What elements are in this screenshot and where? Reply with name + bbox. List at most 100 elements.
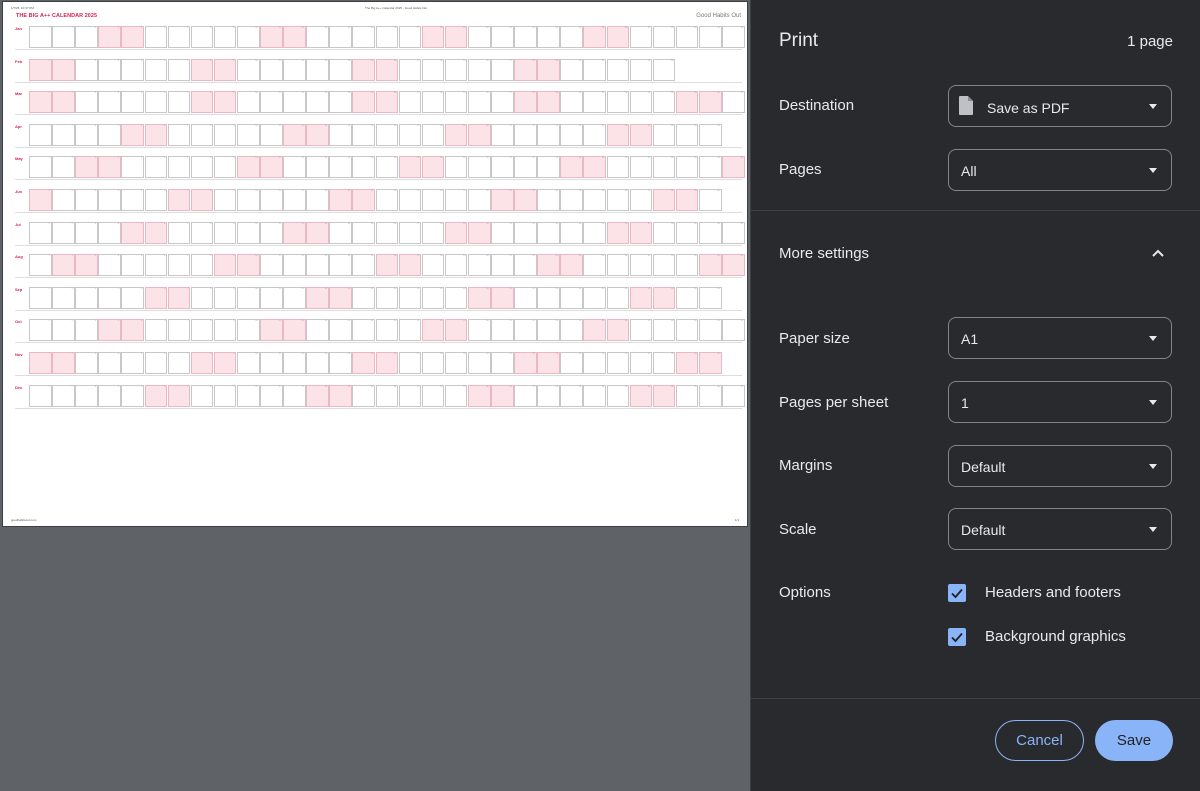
day-cell: 13 xyxy=(306,319,329,342)
month-label: Sep xyxy=(15,286,23,292)
scale-select[interactable]: Default xyxy=(948,508,1172,550)
destination-label: Destination xyxy=(779,97,855,114)
page-footer-page-number: 1/1 xyxy=(734,518,739,522)
day-cell: 2 xyxy=(52,156,75,179)
day-cell: 3 xyxy=(75,221,98,244)
day-number: 19 xyxy=(463,92,466,95)
day-number: 26 xyxy=(624,190,628,192)
day-cell: 12 xyxy=(283,26,306,48)
day-number: 1 xyxy=(48,59,50,62)
chevron-up-icon[interactable] xyxy=(1151,248,1165,258)
pages-per-sheet-select[interactable]: 1 xyxy=(948,381,1172,423)
day-cell: 9 xyxy=(213,221,237,244)
day-cell: 23 xyxy=(537,286,560,309)
day-number: 18 xyxy=(440,320,443,323)
day-number: 11 xyxy=(278,190,281,192)
day-cell: 2 xyxy=(52,384,75,407)
headers-footers-label[interactable]: Headers and footers xyxy=(985,584,1121,601)
day-cell: 1 xyxy=(29,286,52,309)
day-cell: 24 xyxy=(560,156,583,179)
day-cell: 22 xyxy=(514,384,537,407)
day-number: 30 xyxy=(717,92,720,95)
day-cell: 31 xyxy=(722,221,745,244)
destination-select[interactable]: Save as PDF xyxy=(948,85,1172,127)
background-graphics-label[interactable]: Background graphics xyxy=(985,628,1126,645)
day-cell: 13 xyxy=(306,352,329,374)
save-button[interactable]: Save xyxy=(1095,720,1173,761)
day-number: 5 xyxy=(140,287,143,290)
day-cell: 21 xyxy=(491,254,514,277)
day-number: 5 xyxy=(140,190,143,192)
paper-size-label: Paper size xyxy=(779,330,850,347)
day-number: 14 xyxy=(347,287,350,290)
day-number: 16 xyxy=(393,320,397,323)
day-number: 1 xyxy=(48,92,50,95)
day-number: 27 xyxy=(648,59,651,62)
day-number: 29 xyxy=(694,255,697,258)
day-cell: 21 xyxy=(491,123,514,146)
day-number: 22 xyxy=(532,385,535,388)
day-number: 15 xyxy=(370,59,374,62)
day-cell: 21 xyxy=(491,58,514,81)
background-graphics-checkbox[interactable] xyxy=(948,628,966,646)
day-cell: 29 xyxy=(675,254,699,277)
day-cell: 20 xyxy=(467,91,491,114)
day-cell: 16 xyxy=(375,26,399,48)
day-cell: 6 xyxy=(144,221,168,244)
checkmark-icon xyxy=(951,588,963,599)
day-cell: 16 xyxy=(375,58,399,81)
day-number: 18 xyxy=(440,157,443,160)
cancel-button[interactable]: Cancel xyxy=(995,720,1084,761)
day-number: 10 xyxy=(255,222,258,225)
day-cell: 19 xyxy=(444,221,468,244)
pages-select[interactable]: All xyxy=(948,149,1172,191)
day-number: 2 xyxy=(71,353,73,355)
month-underline xyxy=(15,342,742,344)
day-number: 28 xyxy=(671,92,674,95)
day-cell: 2 xyxy=(52,352,75,374)
day-cell: 14 xyxy=(329,384,352,407)
day-number: 11 xyxy=(278,353,281,355)
day-cell: 2 xyxy=(52,319,75,342)
day-cell: 6 xyxy=(144,91,168,114)
day-cell: 9 xyxy=(213,91,237,114)
day-cell: 14 xyxy=(329,254,352,277)
day-cell: 13 xyxy=(306,91,329,114)
margins-select[interactable]: Default xyxy=(948,445,1172,487)
day-cell: 30 xyxy=(698,352,722,374)
month-label: Mar xyxy=(15,91,23,97)
day-cell: 3 xyxy=(75,91,98,114)
day-number: 8 xyxy=(210,320,212,323)
day-number: 18 xyxy=(440,27,443,29)
day-cell: 2 xyxy=(52,189,75,211)
day-number: 20 xyxy=(486,287,489,290)
day-cell: 14 xyxy=(329,156,352,179)
day-cell: 27 xyxy=(629,286,653,309)
more-settings-toggle[interactable]: More settings xyxy=(779,245,869,262)
day-number: 16 xyxy=(393,222,397,225)
day-number: 27 xyxy=(648,222,651,225)
day-number: 12 xyxy=(301,385,304,388)
day-cell: 15 xyxy=(352,384,376,407)
day-number: 9 xyxy=(233,287,235,290)
day-cell: 30 xyxy=(698,189,722,211)
day-number: 6 xyxy=(164,124,166,127)
day-number: 5 xyxy=(140,27,143,29)
day-number: 14 xyxy=(347,124,350,127)
day-cell: 24 xyxy=(560,26,583,48)
headers-footers-checkbox[interactable] xyxy=(948,584,966,602)
paper-size-select[interactable]: A1 xyxy=(948,317,1172,359)
day-number: 2 xyxy=(71,287,73,290)
day-number: 29 xyxy=(694,385,697,388)
day-number: 29 xyxy=(694,27,697,29)
day-cell: 28 xyxy=(652,352,676,374)
day-cell: 20 xyxy=(467,58,491,81)
day-cell: 6 xyxy=(144,26,168,48)
day-number: 26 xyxy=(624,157,628,160)
day-cell: 1 xyxy=(29,156,52,179)
print-preview-area: 1/7/25, 10:37 PM The Big A++ Calendar 20… xyxy=(0,0,750,791)
day-number: 14 xyxy=(347,27,350,29)
day-cell: 3 xyxy=(75,189,98,211)
day-cell: 14 xyxy=(329,319,352,342)
day-cell: 22 xyxy=(514,26,537,48)
